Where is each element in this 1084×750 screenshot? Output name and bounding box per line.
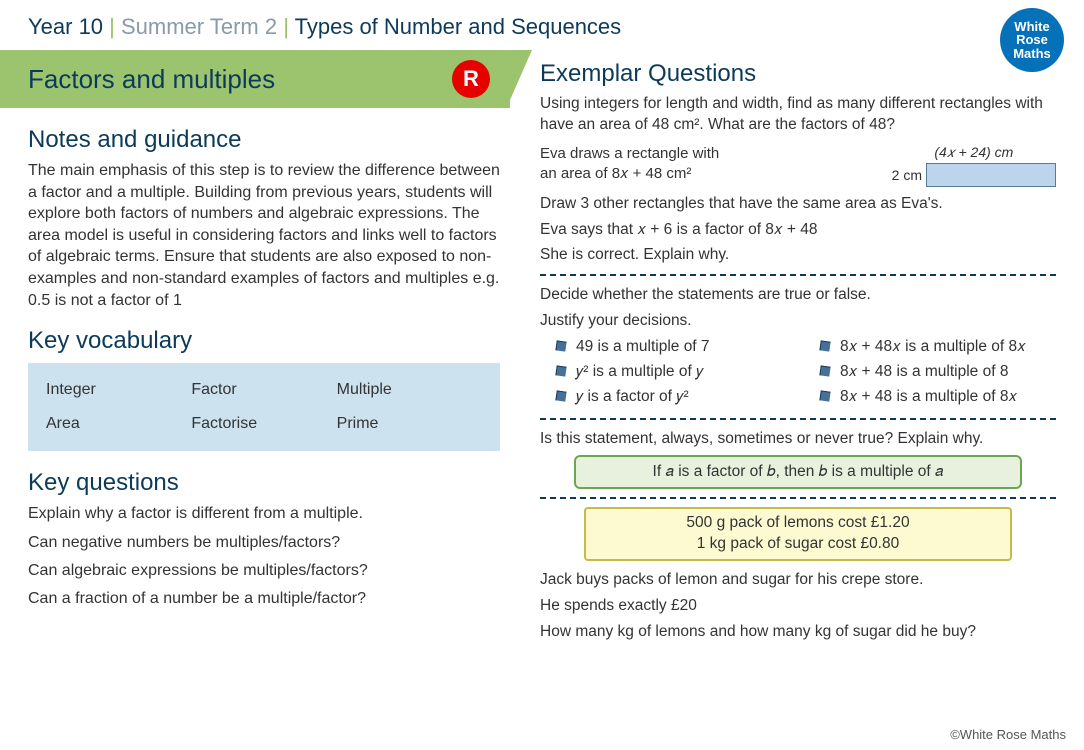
statement-item: 𝑦² is a multiple of 𝑦 <box>556 360 792 385</box>
r-badge: R <box>452 60 490 98</box>
statement-item: 𝑦 is a factor of 𝑦² <box>556 385 792 410</box>
notes-text: The main emphasis of this step is to rev… <box>28 160 500 311</box>
notes-heading: Notes and guidance <box>28 126 500 154</box>
divider <box>540 497 1056 499</box>
breadcrumb-term: Summer Term 2 <box>121 14 277 39</box>
rectangle-shape <box>926 163 1056 187</box>
green-callout: If 𝑎 is a factor of 𝑏, then 𝑏 is a multi… <box>574 455 1022 489</box>
eva-rectangle-block: Eva draws a rectangle with an area of 8𝑥… <box>540 144 1056 187</box>
true-false-columns: 49 is a multiple of 7 𝑦² is a multiple o… <box>556 335 1056 409</box>
vocab-heading: Key vocabulary <box>28 327 500 355</box>
key-question: Explain why a factor is different from a… <box>28 503 500 525</box>
white-rose-maths-logo: White Rose Maths <box>1000 8 1064 72</box>
key-question: Can algebraic expressions be multiples/f… <box>28 560 500 582</box>
statement-item: 8𝑥 + 48 is a multiple of 8 <box>820 360 1056 385</box>
exemplar-intro: Using integers for length and width, fin… <box>540 94 1056 136</box>
exemplar-heading: Exemplar Questions <box>540 60 1056 88</box>
breadcrumb-topic: Types of Number and Sequences <box>295 14 622 39</box>
key-question: Can negative numbers be multiples/factor… <box>28 532 500 554</box>
statement-item: 49 is a multiple of 7 <box>556 335 792 360</box>
key-question: Can a fraction of a number be a multiple… <box>28 588 500 610</box>
breadcrumb-year: Year 10 <box>28 14 103 39</box>
statement-item: 8𝑥 + 48𝑥 is a multiple of 8𝑥 <box>820 335 1056 360</box>
vocab-row: Integer Factor Multiple <box>46 373 482 407</box>
rectangle-diagram: (4𝑥 + 24) cm 2 cm <box>892 144 1056 187</box>
page-title: Factors and multiples <box>28 64 452 95</box>
divider <box>540 418 1056 420</box>
divider <box>540 274 1056 276</box>
vocab-row: Area Factorise Prime <box>46 407 482 441</box>
breadcrumb: Year 10 | Summer Term 2 | Types of Numbe… <box>0 0 1084 50</box>
statement-item: 8𝑥 + 48 is a multiple of 8𝑥 <box>820 385 1056 410</box>
title-bar: Factors and multiples R <box>0 50 510 108</box>
kq-heading: Key questions <box>28 469 500 497</box>
copyright-footer: ©White Rose Maths <box>950 727 1066 742</box>
yellow-callout: 500 g pack of lemons cost £1.20 1 kg pac… <box>584 507 1012 561</box>
vocab-table: Integer Factor Multiple Area Factorise P… <box>28 363 500 451</box>
